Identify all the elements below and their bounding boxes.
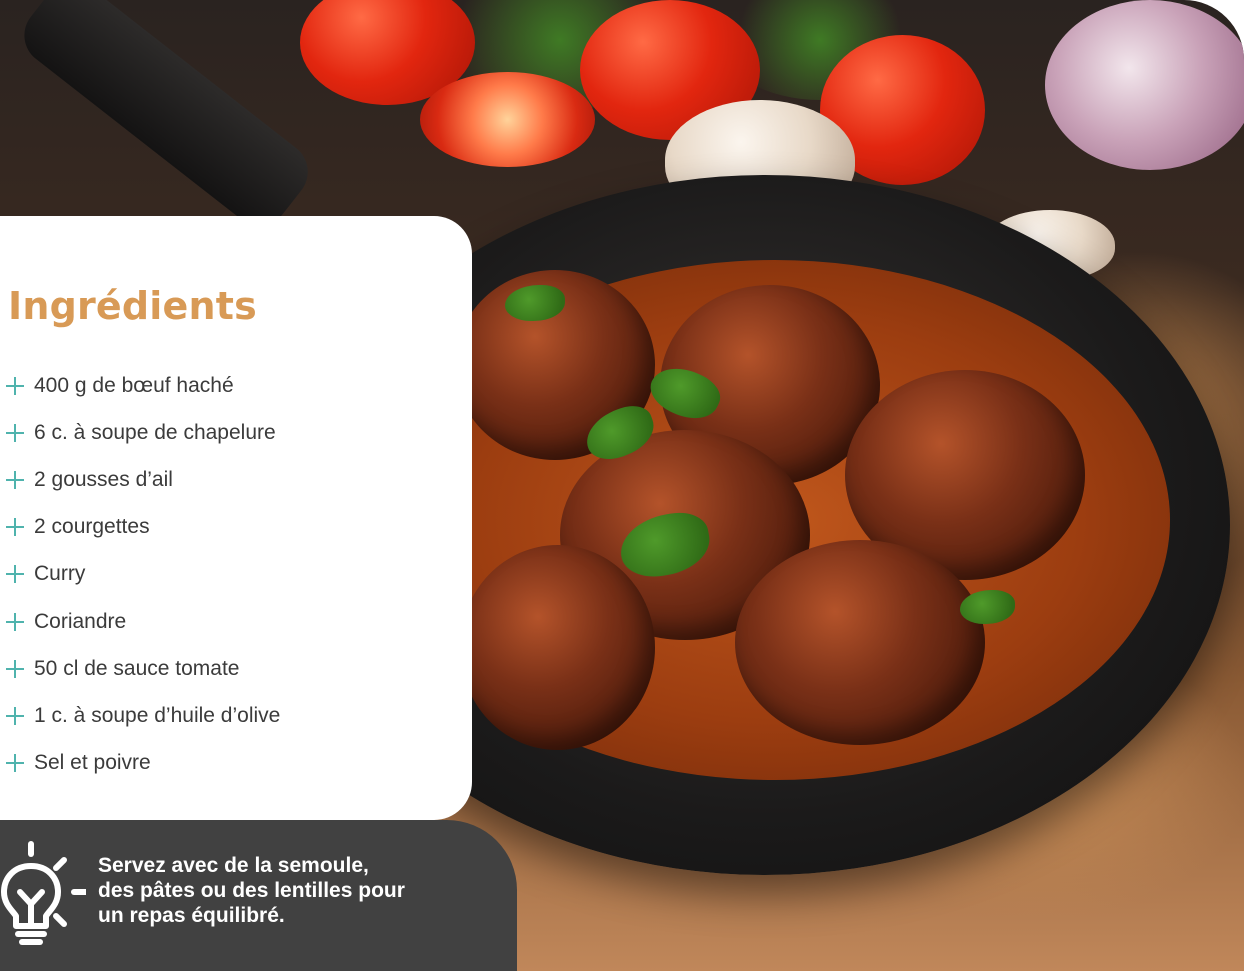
plus-icon xyxy=(6,612,24,631)
ingredient-item: Coriandre xyxy=(6,598,280,645)
plus-icon xyxy=(6,754,24,773)
ingredient-item: Sel et poivre xyxy=(6,740,280,787)
ingredient-label: Coriandre xyxy=(34,609,127,633)
ingredient-item: 1 c. à soupe d’huile d’olive xyxy=(6,692,280,739)
ingredient-item: 6 c. à soupe de chapelure xyxy=(6,409,280,456)
tomato-half xyxy=(420,72,595,167)
ingredient-item: 2 courgettes xyxy=(6,504,280,551)
meatball xyxy=(735,540,985,745)
lightbulb-icon xyxy=(1,841,86,945)
tip-box: Servez avec de la semoule, des pâtes ou … xyxy=(0,820,517,971)
ingredient-item: 400 g de bœuf haché xyxy=(6,362,280,409)
ingredient-label: 2 gousses d’ail xyxy=(34,467,173,491)
plus-icon xyxy=(6,423,24,442)
plus-icon xyxy=(6,706,24,725)
meatball xyxy=(460,545,655,750)
plus-icon xyxy=(6,659,24,678)
ingredient-label: 1 c. à soupe d’huile d’olive xyxy=(34,703,281,727)
plus-icon xyxy=(6,470,24,489)
ingredient-label: 6 c. à soupe de chapelure xyxy=(34,420,276,444)
ingredient-label: 50 cl de sauce tomate xyxy=(34,656,240,680)
ingredients-card: Ingrédients 400 g de bœuf haché 6 c. à s… xyxy=(0,216,472,820)
pan-handle xyxy=(12,0,320,238)
ingredient-label: 2 courgettes xyxy=(34,515,150,539)
tip-text: Servez avec de la semoule, des pâtes ou … xyxy=(98,854,405,927)
ingredient-label: 400 g de bœuf haché xyxy=(34,373,234,397)
garlic-bulb xyxy=(1045,0,1244,170)
recipe-page: Ingrédients 400 g de bœuf haché 6 c. à s… xyxy=(0,0,1244,971)
plus-icon xyxy=(6,376,24,395)
ingredient-item: 2 gousses d’ail xyxy=(6,456,280,503)
ingredients-list: 400 g de bœuf haché 6 c. à soupe de chap… xyxy=(6,362,280,787)
ingredient-label: Curry xyxy=(34,562,86,586)
ingredient-item: 50 cl de sauce tomate xyxy=(6,645,280,692)
plus-icon xyxy=(6,518,24,537)
ingredients-title: Ingrédients xyxy=(8,284,257,328)
ingredient-label: Sel et poivre xyxy=(34,751,151,775)
ingredient-item: Curry xyxy=(6,551,280,598)
plus-icon xyxy=(6,565,24,584)
